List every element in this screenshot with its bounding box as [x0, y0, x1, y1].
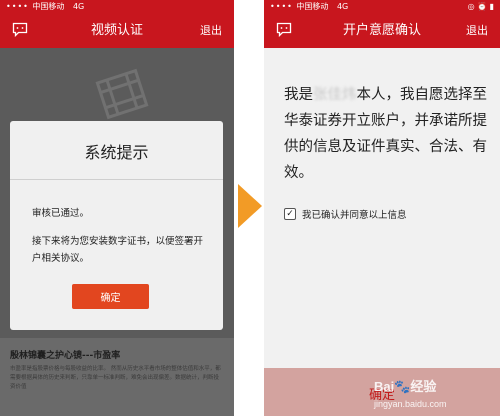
network-label: 4G: [336, 2, 349, 11]
nav-bar: 开户意愿确认 退出: [264, 13, 500, 48]
carrier-label: 中国移动: [32, 2, 65, 11]
consent-statement: 我是张佳炜本人，我自愿选择至华泰证券开立账户，并承诺所提供的信息及证件真实、合法…: [284, 82, 488, 186]
nav-bar: 视频认证 退出: [0, 13, 234, 48]
dialog-message-certificate: 接下来将为您安装数字证书，以便签署开户相关协议。: [32, 236, 204, 264]
statement-prefix: 我是: [284, 87, 313, 103]
status-bar: •••• 中国移动 4G ◎ ⏰ ▮: [264, 0, 500, 13]
agree-checkbox-row[interactable]: ✓ 我已确认并同意以上信息: [284, 207, 407, 221]
page-title: 开户意愿确认: [342, 23, 421, 38]
article-preview[interactable]: 殷林锦囊之护心镜---市盈率 市盈率是指股票价格与每股收益的比率。 然而从历史水…: [0, 338, 234, 416]
status-bar: •••• 中国移动 4G: [0, 0, 234, 13]
signal-dots: ••••: [6, 2, 33, 11]
exit-button[interactable]: 退出: [466, 13, 488, 48]
status-icons: ◎ ⏰ ▮: [467, 2, 494, 11]
dialog-divider: [10, 179, 223, 180]
page-title: 视频认证: [90, 23, 143, 38]
article-body: 市盈率是指股票价格与每股收益的比率。 然而从历史水平看市场的整体估值和水平，都需…: [10, 366, 221, 390]
article-title: 殷林锦囊之护心镜---市盈率: [10, 351, 121, 361]
exit-button[interactable]: 退出: [200, 13, 222, 48]
dialog-message-approved: 审核已通过。: [32, 208, 90, 219]
watermark-url: jingyan.baidu.com: [374, 399, 447, 409]
left-phone-screen: •••• 中国移动 4G 视频认证 退出 系统提示 审核已通过。 接下来将为您安…: [0, 0, 234, 416]
system-dialog: 系统提示 审核已通过。 接下来将为您安装数字证书，以便签署开户相关协议。 确定: [10, 121, 223, 330]
baidu-watermark: Bai🐾经验 jingyan.baidu.com: [374, 379, 447, 409]
signal-dots: ••••: [270, 2, 297, 11]
confirm-button[interactable]: 确定: [72, 284, 149, 309]
film-icon: [95, 68, 149, 120]
agree-label: 我已确认并同意以上信息: [302, 210, 407, 221]
watermark-brand: Bai: [374, 379, 395, 394]
agree-checkbox[interactable]: ✓: [284, 208, 296, 220]
network-label: 4G: [72, 2, 85, 11]
dialog-title: 系统提示: [84, 143, 149, 162]
right-phone-screen: •••• 中国移动 4G ◎ ⏰ ▮ 开户意愿确认 退出 我是张佳炜本人，我自愿…: [264, 0, 500, 416]
carrier-label: 中国移动: [296, 2, 329, 11]
blurred-user-name: 张佳炜: [313, 87, 357, 103]
arrow-right-icon: [238, 184, 262, 228]
watermark-tail: 经验: [410, 379, 437, 394]
